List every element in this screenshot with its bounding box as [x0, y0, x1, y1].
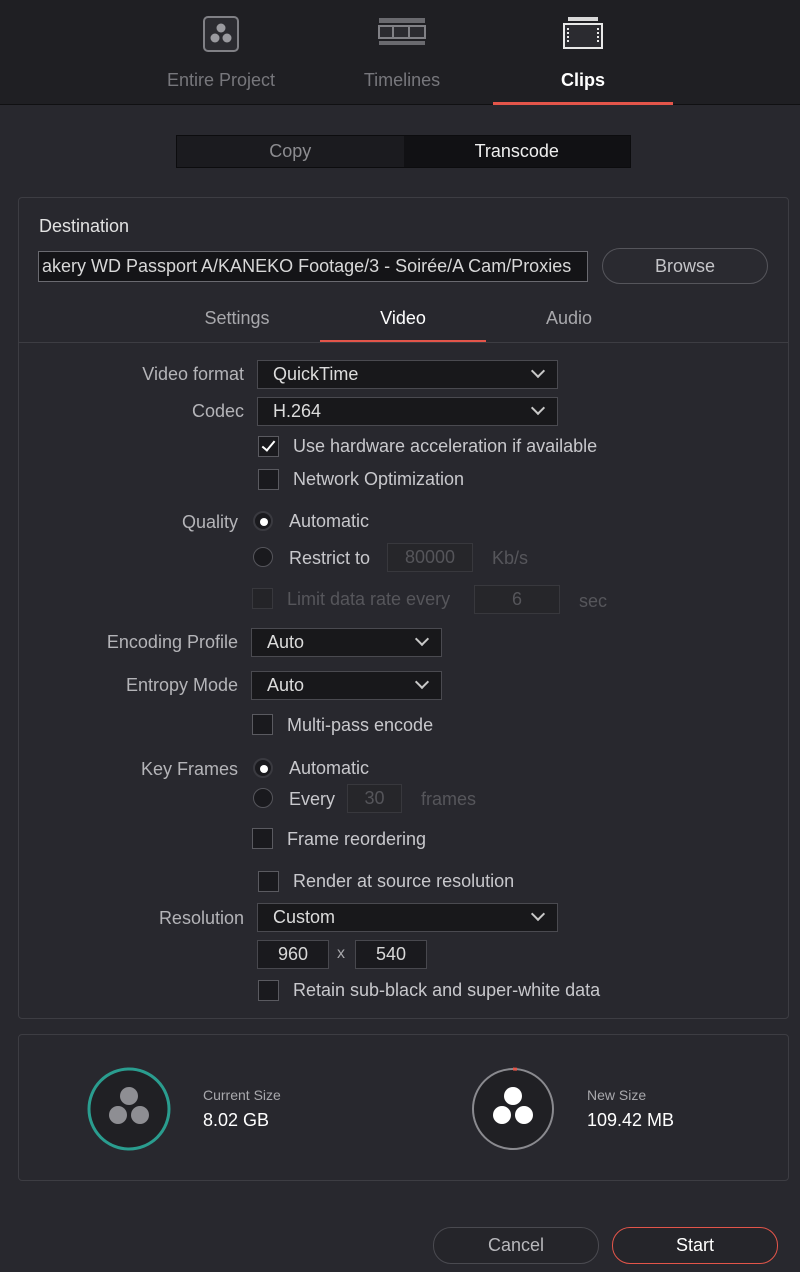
- limit-data-rate-checkbox[interactable]: [252, 588, 273, 609]
- network-optimization-checkbox[interactable]: [258, 469, 279, 490]
- destination-path-field[interactable]: akery WD Passport A/KANEKO Footage/3 - S…: [38, 251, 588, 282]
- encoding-profile-label: Encoding Profile: [106, 632, 238, 652]
- tab-label: Audio: [545, 308, 593, 328]
- tab-label: Clips: [560, 70, 605, 90]
- quality-restrict-radio[interactable]: [253, 547, 273, 567]
- key-frames-every-label: Every: [289, 789, 336, 809]
- tab-clips[interactable]: Clips: [493, 0, 673, 105]
- codec-dropdown[interactable]: H.264: [257, 397, 558, 426]
- quality-automatic-label: Automatic: [289, 511, 370, 531]
- retain-sub-black-label: Retain sub-black and super-white data: [293, 980, 601, 1000]
- tab-label: Video: [380, 308, 426, 328]
- chevron-down-icon: [530, 906, 546, 922]
- encoding-profile-dropdown[interactable]: Auto: [251, 628, 442, 657]
- seconds-unit-label: sec: [579, 591, 608, 611]
- codec-label: Codec: [191, 401, 244, 421]
- current-size-logo-icon: [86, 1066, 172, 1157]
- tab-entire-project[interactable]: Entire Project: [131, 0, 311, 105]
- video-format-dropdown[interactable]: QuickTime: [257, 360, 558, 389]
- chevron-down-icon: [414, 631, 430, 647]
- destination-title: Destination: [39, 216, 130, 236]
- tab-video[interactable]: Video: [320, 302, 486, 342]
- resolution-label: Resolution: [158, 908, 244, 928]
- copy-mode-button[interactable]: Copy: [177, 136, 404, 167]
- tab-timelines[interactable]: Timelines: [312, 0, 492, 105]
- limit-data-rate-field[interactable]: 6: [474, 585, 560, 614]
- multi-pass-label: Multi-pass encode: [287, 715, 434, 735]
- limit-data-rate-label: Limit data rate every: [287, 589, 451, 609]
- hw-accel-checkbox[interactable]: [258, 436, 279, 457]
- key-frames-automatic-label: Automatic: [289, 758, 370, 778]
- render-source-resolution-label: Render at source resolution: [293, 871, 515, 891]
- entropy-mode-dropdown[interactable]: Auto: [251, 671, 442, 700]
- key-frames-every-radio[interactable]: [253, 788, 273, 808]
- browse-button[interactable]: Browse: [602, 248, 768, 284]
- new-size-value: 109.42 MB: [587, 1110, 675, 1130]
- tab-audio[interactable]: Audio: [486, 302, 652, 342]
- current-size-value: 8.02 GB: [203, 1110, 270, 1130]
- mode-segmented-control: Copy Transcode: [176, 135, 631, 168]
- resolution-width-field[interactable]: 960: [257, 940, 329, 969]
- active-tab-indicator: [493, 102, 673, 105]
- resolution-dropdown[interactable]: Custom: [257, 903, 558, 932]
- entropy-mode-label: Entropy Mode: [125, 675, 238, 695]
- render-source-resolution-checkbox[interactable]: [258, 871, 279, 892]
- divider: [19, 342, 788, 343]
- restrict-bitrate-field[interactable]: 80000: [387, 543, 473, 572]
- hw-accel-label: Use hardware acceleration if available: [293, 436, 598, 456]
- dropdown-value: Auto: [267, 675, 305, 695]
- key-frames-every-field[interactable]: 30: [347, 784, 402, 813]
- top-tab-bar: Entire Project Timelines Clips: [0, 0, 800, 105]
- tab-label: Settings: [204, 308, 270, 328]
- bitrate-unit-label: Kb/s: [492, 548, 529, 568]
- tab-settings[interactable]: Settings: [154, 302, 320, 342]
- quality-restrict-label: Restrict to: [289, 548, 371, 568]
- checkmark-icon: [261, 437, 276, 452]
- key-frames-automatic-radio[interactable]: [253, 758, 273, 778]
- network-optimization-label: Network Optimization: [293, 469, 465, 489]
- timeline-icon: [377, 16, 427, 51]
- start-button[interactable]: Start: [612, 1227, 778, 1264]
- current-size-label: Current Size: [203, 1087, 281, 1103]
- resolution-height-field[interactable]: 540: [355, 940, 427, 969]
- key-frames-label: Key Frames: [140, 759, 238, 779]
- retain-sub-black-checkbox[interactable]: [258, 980, 279, 1001]
- clip-icon: [562, 16, 604, 55]
- dropdown-value: Custom: [273, 907, 336, 927]
- new-size-label: New Size: [587, 1087, 647, 1103]
- resolve-logo-icon: [203, 16, 239, 57]
- dropdown-value: H.264: [273, 401, 322, 421]
- dropdown-value: QuickTime: [273, 364, 359, 384]
- dropdown-value: Auto: [267, 632, 305, 652]
- frame-reordering-checkbox[interactable]: [252, 828, 273, 849]
- new-size-logo-icon: [470, 1066, 556, 1157]
- resolution-separator: x: [337, 945, 345, 962]
- tab-label: Entire Project: [166, 70, 276, 90]
- chevron-down-icon: [530, 400, 546, 416]
- cancel-button[interactable]: Cancel: [433, 1227, 599, 1264]
- frame-reordering-label: Frame reordering: [287, 829, 427, 849]
- multi-pass-checkbox[interactable]: [252, 714, 273, 735]
- transcode-mode-button[interactable]: Transcode: [403, 136, 630, 167]
- quality-label: Quality: [181, 512, 238, 532]
- tab-label: Timelines: [363, 70, 441, 90]
- quality-automatic-radio[interactable]: [253, 511, 273, 531]
- video-format-label: Video format: [142, 364, 244, 384]
- chevron-down-icon: [530, 363, 546, 379]
- frames-unit-label: frames: [421, 789, 477, 809]
- chevron-down-icon: [414, 674, 430, 690]
